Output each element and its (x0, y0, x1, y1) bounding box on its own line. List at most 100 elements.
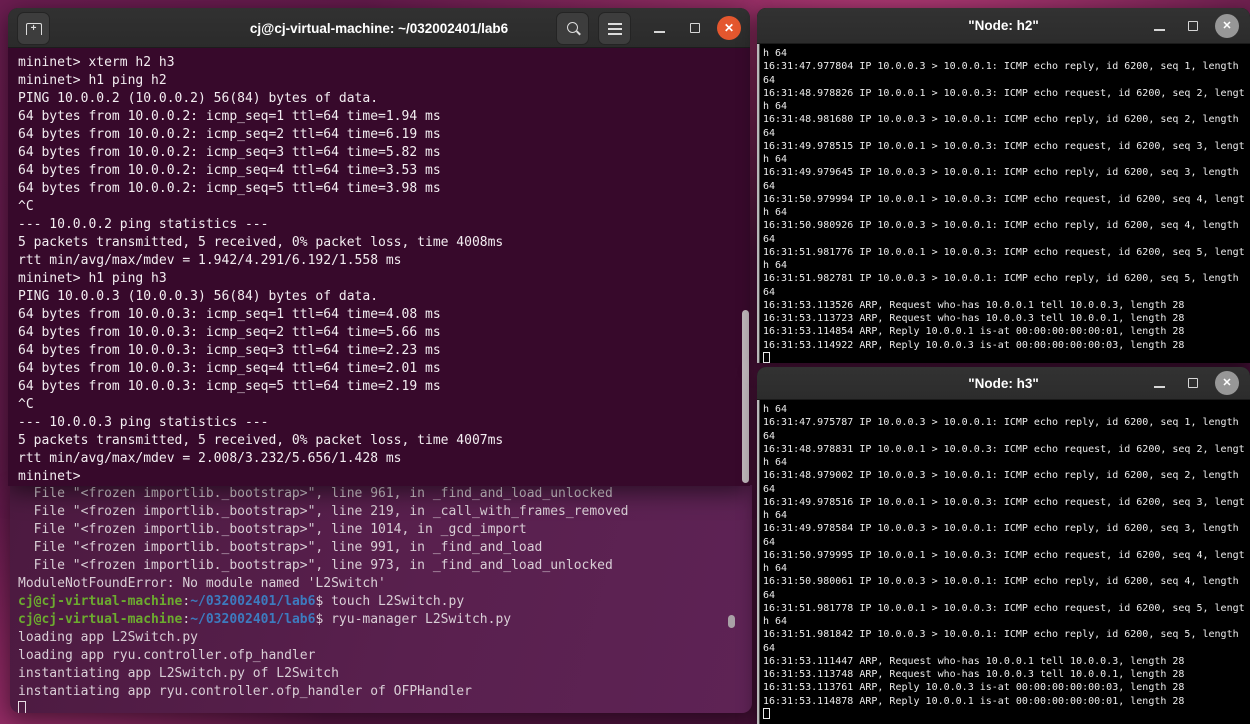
terminal-line: 64 bytes from 10.0.0.2: icmp_seq=5 ttl=6… (18, 181, 441, 196)
xterm-scrollbar[interactable] (757, 400, 760, 724)
terminal-line: h 64 (763, 404, 788, 415)
maximize-button[interactable] (1181, 371, 1205, 395)
ryu-terminal-window[interactable]: File "<frozen importlib._bootstrap>", li… (10, 485, 752, 713)
hamburger-menu-icon (607, 27, 622, 30)
close-button[interactable]: ✕ (717, 16, 741, 40)
new-tab-button[interactable]: + (17, 12, 50, 45)
prompt-command: ryu-manager L2Switch.py (323, 612, 512, 627)
main-terminal-output[interactable]: mininet> xterm h2 h3 mininet> h1 ping h2 P… (8, 48, 750, 486)
cursor-line (763, 707, 1250, 721)
terminal-line: 16:31:48.978831 IP 10.0.0.1 > 10.0.0.3: … (763, 443, 1245, 455)
terminal-line: h 64 (763, 510, 788, 521)
terminal-line: 16:31:51.981778 IP 10.0.0.1 > 10.0.0.3: … (763, 602, 1245, 614)
terminal-line: 64 bytes from 10.0.0.2: icmp_seq=3 ttl=6… (18, 145, 441, 160)
terminal-line: h 64 (763, 101, 788, 112)
terminal-line: h 64 (763, 457, 788, 468)
minimize-button[interactable] (647, 16, 671, 40)
desktop: File "<frozen importlib._bootstrap>", li… (0, 0, 1250, 724)
terminal-line: 64 (763, 589, 776, 601)
maximize-icon (1188, 378, 1198, 388)
terminal-line: File "<frozen importlib._bootstrap>", li… (18, 558, 613, 573)
terminal-line: 64 bytes from 10.0.0.2: icmp_seq=4 ttl=6… (18, 163, 441, 178)
xterm-h3-titlebar[interactable]: "Node: h3" ✕ (757, 367, 1250, 400)
terminal-line: 16:31:50.980926 IP 10.0.0.3 > 10.0.0.1: … (763, 220, 1239, 232)
terminal-line: ^C (18, 199, 34, 214)
terminal-line: 64 (763, 483, 776, 495)
terminal-line: h 64 (763, 154, 788, 165)
terminal-line: 16:31:53.113723 ARP, Request who-has 10.… (763, 313, 1185, 324)
terminal-line: File "<frozen importlib._bootstrap>", li… (18, 504, 629, 519)
terminal-line: File "<frozen importlib._bootstrap>", li… (18, 540, 543, 555)
terminal-cursor (763, 707, 770, 719)
maximize-icon (1188, 21, 1198, 31)
terminal-line: 64 (763, 127, 776, 139)
cursor-line (763, 351, 1250, 363)
terminal-line: h 64 (763, 563, 788, 574)
window-title: cj@cj-virtual-machine: ~/032002401/lab6 (249, 20, 509, 36)
cursor-line (18, 701, 748, 713)
window-title: "Node: h2" (968, 18, 1039, 33)
main-terminal-window[interactable]: cj@cj-virtual-machine: ~/032002401/lab6 … (8, 8, 750, 486)
terminal-line: 16:31:49.978515 IP 10.0.0.1 > 10.0.0.3: … (763, 140, 1245, 152)
close-icon: ✕ (723, 21, 735, 35)
ryu-terminal-output[interactable]: File "<frozen importlib._bootstrap>", li… (10, 485, 752, 713)
xterm-h2-window[interactable]: "Node: h2" ✕ h 64 16:31:47.977804 IP 10.0… (757, 8, 1250, 363)
minimize-icon (1153, 386, 1165, 388)
terminal-line: 16:31:50.979995 IP 10.0.0.1 > 10.0.0.3: … (763, 549, 1245, 561)
terminal-line: 64 bytes from 10.0.0.2: icmp_seq=1 ttl=6… (18, 109, 441, 124)
close-button[interactable]: ✕ (1215, 371, 1239, 395)
terminal-line: rtt min/avg/max/mdev = 2.008/3.232/5.656… (18, 451, 402, 466)
xterm-scrollbar[interactable] (757, 44, 760, 363)
minimize-icon (653, 31, 665, 33)
terminal-line: PING 10.0.0.3 (10.0.0.3) 56(84) bytes of… (18, 289, 379, 304)
terminal-line: 16:31:53.111447 ARP, Request who-has 10.… (763, 655, 1185, 667)
terminal-line: h 64 (763, 48, 788, 59)
terminal-line: 16:31:53.113526 ARP, Request who-has 10.… (763, 299, 1185, 311)
ryu-output-block: loading app L2Switch.py loading app ryu.c… (18, 629, 748, 701)
xterm-h2-titlebar[interactable]: "Node: h2" ✕ (757, 8, 1250, 44)
close-icon: ✕ (1222, 377, 1232, 389)
minimize-button[interactable] (1147, 14, 1171, 38)
terminal-line: loading app L2Switch.py (18, 630, 199, 645)
prompt-user: cj@cj-virtual-machine (18, 612, 183, 627)
menu-button[interactable] (598, 12, 631, 45)
close-button[interactable]: ✕ (1215, 14, 1239, 38)
xterm-h3-output[interactable]: h 64 16:31:47.975787 IP 10.0.0.3 > 10.0.0… (757, 400, 1250, 724)
terminal-line: 16:31:51.982781 IP 10.0.0.3 > 10.0.0.1: … (763, 273, 1239, 285)
terminal-line: 16:31:49.978584 IP 10.0.0.3 > 10.0.0.1: … (763, 523, 1239, 535)
terminal-line: 16:31:47.977804 IP 10.0.0.3 > 10.0.0.1: … (763, 61, 1239, 73)
terminal-line: 16:31:51.981842 IP 10.0.0.3 > 10.0.0.1: … (763, 629, 1239, 641)
xterm-h2-output[interactable]: h 64 16:31:47.977804 IP 10.0.0.3 > 10.0.0… (757, 44, 1250, 363)
terminal-line: 64 bytes from 10.0.0.3: icmp_seq=2 ttl=6… (18, 325, 441, 340)
terminal-line: loading app ryu.controller.ofp_handler (18, 648, 316, 663)
ryu-scrollbar-thumb[interactable] (728, 615, 735, 628)
terminal-line: 16:31:48.981680 IP 10.0.0.3 > 10.0.0.1: … (763, 114, 1239, 126)
minimize-button[interactable] (1147, 371, 1171, 395)
close-icon: ✕ (1222, 20, 1232, 32)
terminal-line: ^C (18, 397, 34, 412)
terminal-line: h 64 (763, 616, 788, 627)
maximize-button[interactable] (1181, 14, 1205, 38)
terminal-line: 64 bytes from 10.0.0.3: icmp_seq=5 ttl=6… (18, 379, 441, 394)
ryu-traceback-block: File "<frozen importlib._bootstrap>", li… (18, 485, 748, 593)
maximize-button[interactable] (683, 16, 707, 40)
terminal-line: 16:31:53.114922 ARP, Reply 10.0.0.3 is-a… (763, 339, 1185, 351)
terminal-line: 16:31:50.980061 IP 10.0.0.3 > 10.0.0.1: … (763, 576, 1239, 588)
terminal-line: File "<frozen importlib._bootstrap>", li… (18, 486, 613, 501)
terminal-line: 16:31:48.979002 IP 10.0.0.3 > 10.0.0.1: … (763, 470, 1239, 482)
terminal-line: 64 (763, 233, 776, 245)
main-terminal-scrollbar-thumb[interactable] (742, 310, 749, 483)
terminal-line: 16:31:53.114854 ARP, Reply 10.0.0.1 is-a… (763, 326, 1185, 338)
terminal-line: 5 packets transmitted, 5 received, 0% pa… (18, 235, 504, 250)
terminal-line: rtt min/avg/max/mdev = 1.942/4.291/6.192… (18, 253, 402, 268)
terminal-line: 16:31:49.978516 IP 10.0.0.1 > 10.0.0.3: … (763, 496, 1245, 508)
terminal-line: 64 bytes from 10.0.0.2: icmp_seq=2 ttl=6… (18, 127, 441, 142)
new-tab-icon: + (25, 22, 42, 35)
terminal-line: instantiating app ryu.controller.ofp_han… (18, 684, 472, 699)
terminal-line: 64 (763, 180, 776, 192)
main-terminal-titlebar[interactable]: cj@cj-virtual-machine: ~/032002401/lab6 … (8, 8, 750, 48)
search-button[interactable] (556, 12, 589, 45)
terminal-cursor (763, 351, 770, 363)
terminal-line: File "<frozen importlib._bootstrap>", li… (18, 522, 527, 537)
xterm-h3-window[interactable]: "Node: h3" ✕ h 64 16:31:47.975787 IP 10.0… (757, 367, 1250, 724)
